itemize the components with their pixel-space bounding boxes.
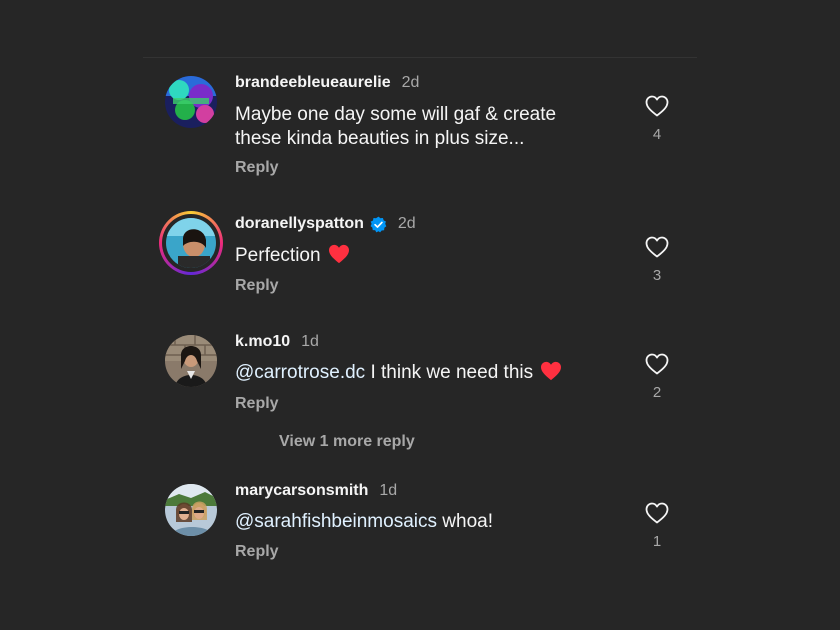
reply-button[interactable]: Reply — [235, 395, 279, 413]
verified-badge-icon — [370, 216, 387, 232]
reply-button[interactable]: Reply — [235, 543, 279, 561]
avatar[interactable] — [165, 484, 217, 536]
comment-text: Maybe one day some will gaf & create the… — [235, 103, 615, 151]
top-divider — [143, 57, 697, 58]
reply-button[interactable]: Reply — [235, 159, 279, 177]
like-count: 4 — [652, 126, 662, 143]
comment-text: Perfection — [235, 244, 615, 268]
comment-text-content: I think we need this — [365, 362, 534, 383]
red-heart-emoji — [328, 244, 349, 264]
red-heart-emoji — [541, 361, 562, 381]
heart-outline-icon[interactable] — [645, 353, 669, 375]
heart-outline-icon[interactable] — [645, 236, 669, 258]
username[interactable]: brandeebleueaurelie — [235, 74, 391, 92]
like-count: 2 — [652, 384, 662, 401]
mention-link[interactable]: @carrotrose.dc — [235, 362, 365, 383]
like-count: 1 — [652, 533, 662, 550]
comment-text-content: whoa! — [437, 511, 493, 532]
comment-time: 2d — [401, 74, 420, 91]
comment-time: 1d — [379, 482, 398, 499]
comment-header: brandeebleueaurelie 2d — [235, 74, 419, 92]
username[interactable]: k.mo10 — [235, 333, 290, 351]
like-group: 1 — [644, 502, 670, 550]
like-count: 3 — [652, 267, 662, 284]
like-group: 4 — [644, 95, 670, 143]
comment-text: @sarahfishbeinmosaics whoa! — [235, 510, 615, 534]
mention-link[interactable]: @sarahfishbeinmosaics — [235, 511, 437, 532]
comment-text-line: these kinda beauties in plus size... — [235, 128, 525, 149]
username[interactable]: doranellyspatton — [235, 215, 364, 233]
comment-header: k.mo10 1d — [235, 333, 319, 351]
avatar[interactable] — [159, 211, 223, 275]
comment-time: 1d — [301, 333, 319, 350]
heart-outline-icon[interactable] — [645, 502, 669, 524]
comment-header: doranellyspatton 2d — [235, 215, 416, 233]
comment-time: 2d — [397, 215, 416, 232]
comment-text-content: Perfection — [235, 245, 321, 266]
heart-outline-icon[interactable] — [645, 95, 669, 117]
like-group: 3 — [644, 236, 670, 284]
view-more-replies-button[interactable]: View 1 more reply — [279, 433, 415, 451]
username[interactable]: marycarsonsmith — [235, 482, 368, 500]
comment-text-line: Maybe one day some will gaf & create — [235, 104, 557, 125]
comment-header: marycarsonsmith 1d — [235, 482, 397, 500]
like-group: 2 — [644, 353, 670, 401]
avatar[interactable] — [165, 76, 217, 128]
reply-button[interactable]: Reply — [235, 277, 279, 295]
avatar[interactable] — [165, 335, 217, 387]
comment-text: @carrotrose.dc I think we need this — [235, 361, 615, 385]
